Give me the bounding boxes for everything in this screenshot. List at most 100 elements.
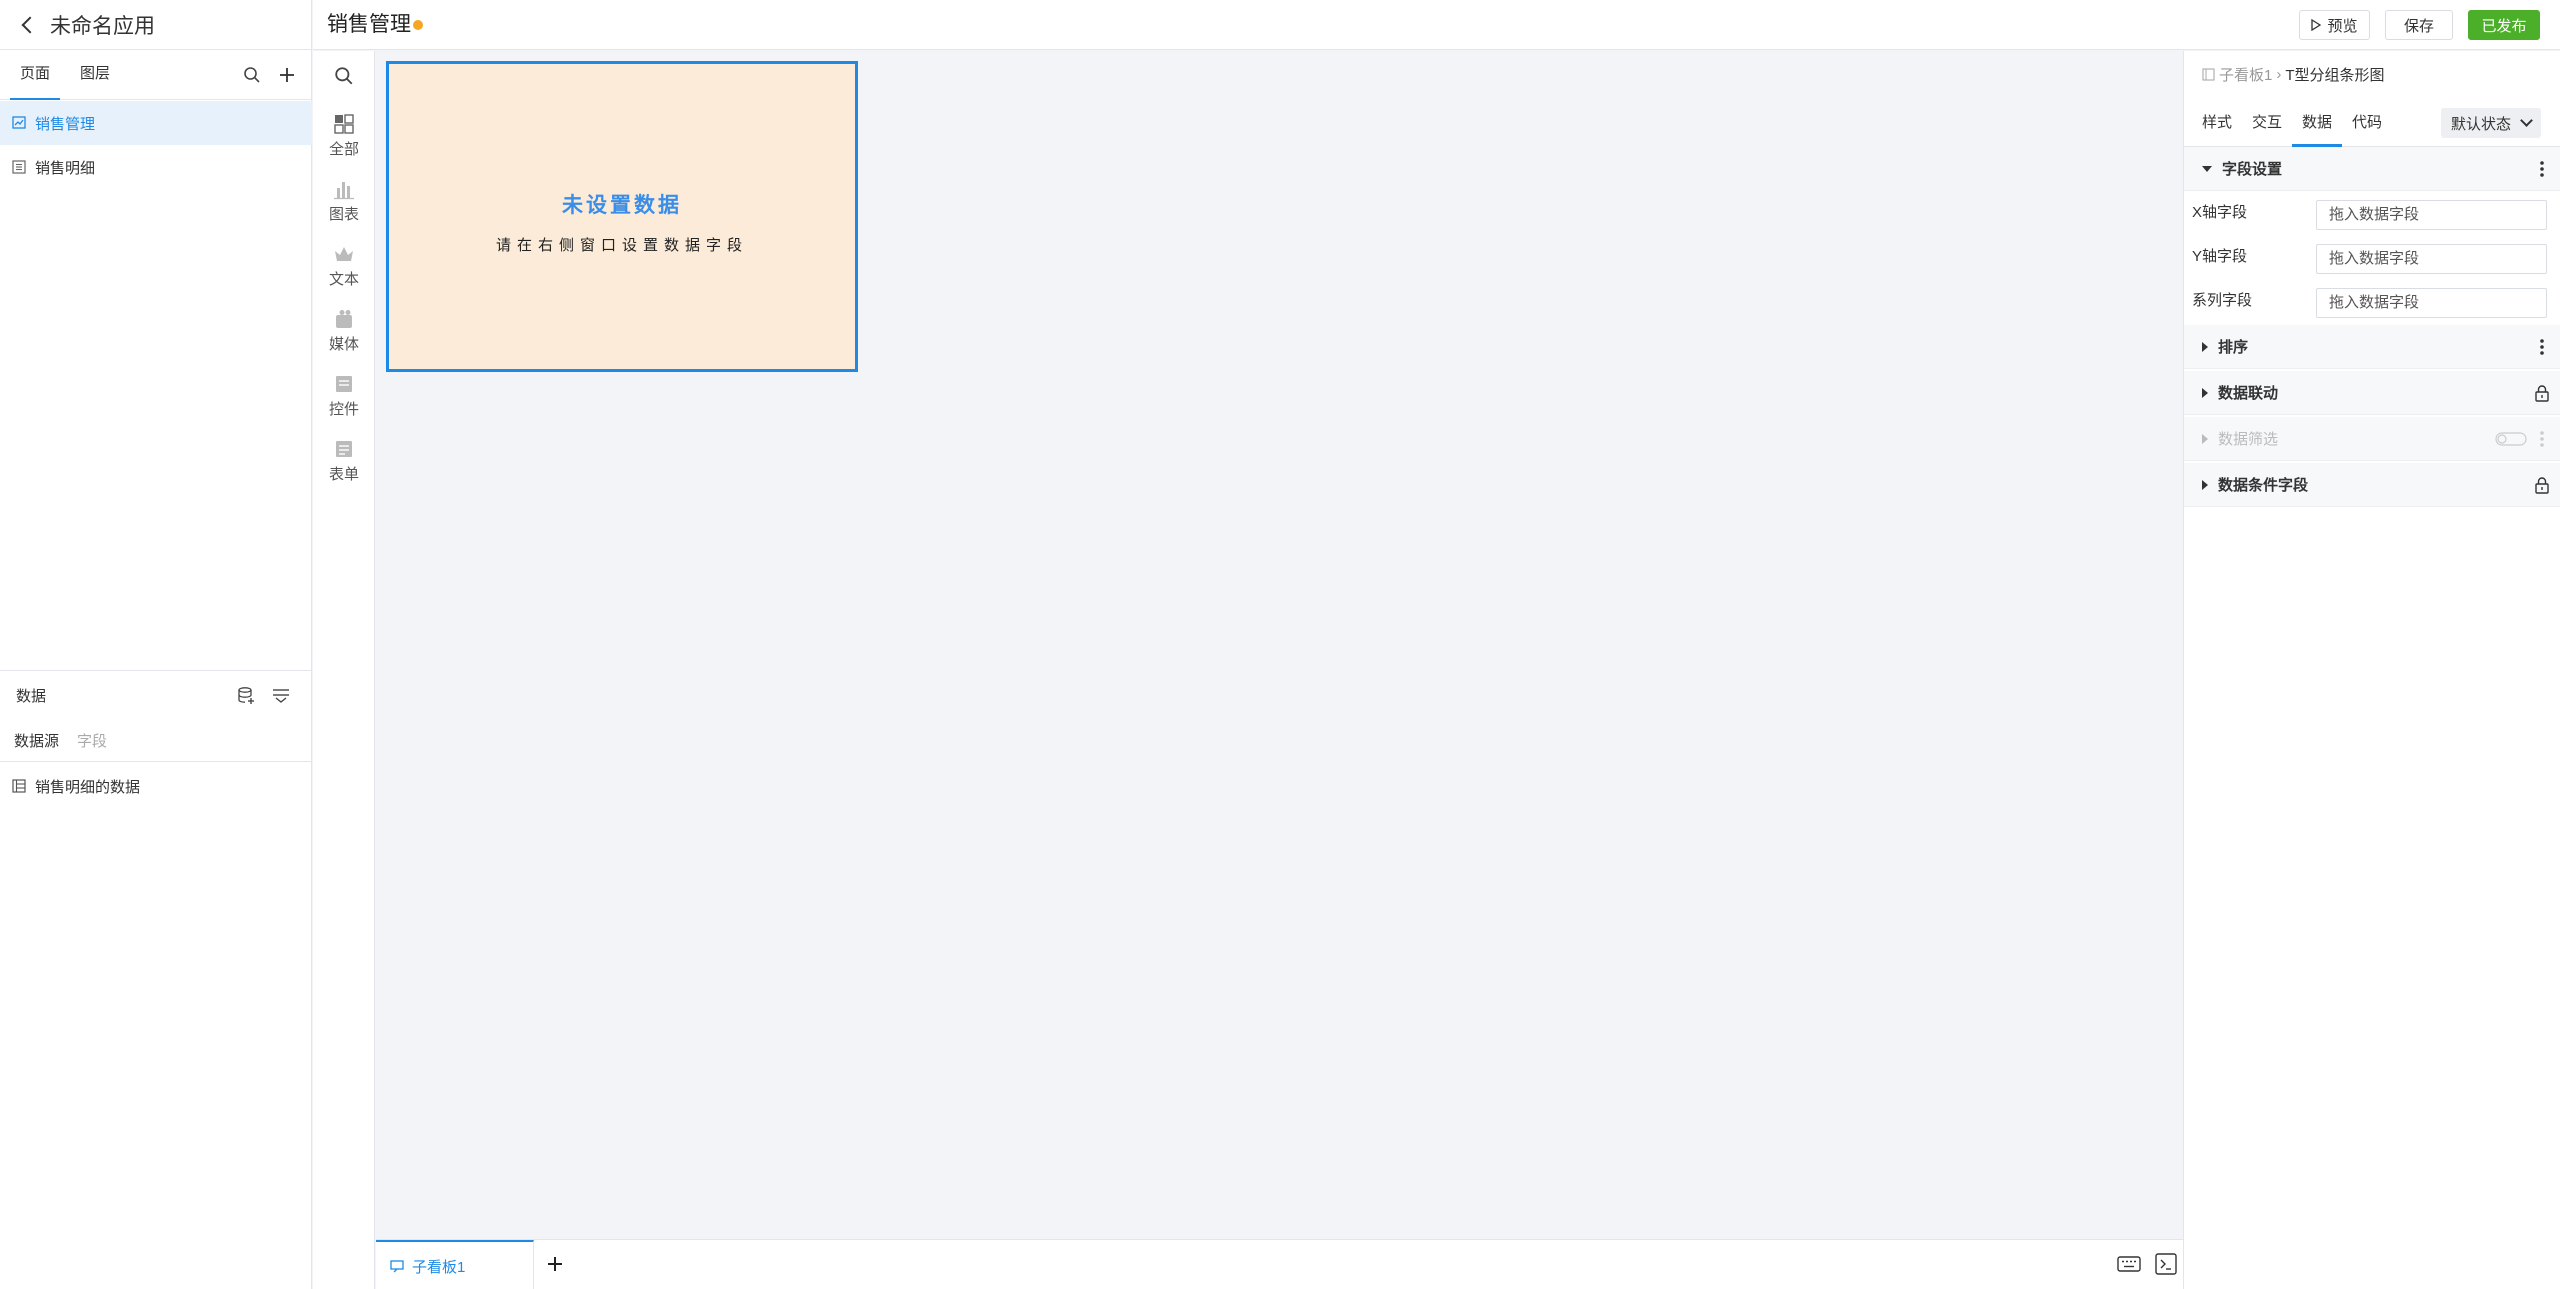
section-data-linkage[interactable]: 数据联动 [2184,371,2560,415]
component-form[interactable]: 表单 [313,438,375,498]
tab-fields[interactable]: 字段 [77,730,107,751]
published-button[interactable]: 已发布 [2468,10,2540,40]
left-panel: 未命名应用 页面 图层 销售管理 销售明细 数据 数据源 字段 销售明细的数据 [0,0,312,1289]
lock-icon [2535,385,2549,402]
unsaved-dot-icon [413,20,423,30]
section-sort[interactable]: 排序 [2184,325,2560,369]
component-label: 控件 [328,401,359,418]
tab-data[interactable]: 数据 [2292,101,2342,147]
section-data-filter: 数据筛选 [2184,417,2560,461]
data-panel-title: 数据 [16,688,47,705]
tab-interaction[interactable]: 交互 [2242,101,2292,147]
state-select-value: 默认状态 [2451,115,2512,133]
collapsed-caret-icon [2202,387,2208,398]
component-all[interactable]: 全部 [313,113,375,173]
page-item-sales-detail[interactable]: 销售明细 [0,145,312,189]
section-title: 排序 [2218,339,2249,356]
more-vertical-icon [2540,431,2544,447]
text-crown-icon [335,247,353,261]
breadcrumb-current: T型分组条形图 [2285,66,2385,84]
add-board-icon[interactable] [543,1252,567,1276]
table-icon [12,779,26,793]
breadcrumb: 子看板1 › T型分组条形图 [2202,61,2385,87]
data-tabs: 数据源 字段 [0,720,312,762]
page-item-label: 销售管理 [35,115,96,133]
tab-datasource[interactable]: 数据源 [14,730,59,751]
breadcrumb-parent[interactable]: 子看板1 [2219,64,2272,85]
no-data-hint: 请在右侧窗口设置数据字段 [495,237,748,254]
y-field-dropzone[interactable]: 拖入数据字段 [2316,244,2547,274]
section-title: 字段设置 [2222,161,2283,178]
section-title: 数据筛选 [2218,431,2279,448]
page-title: 销售管理 [327,13,411,36]
chart-widget[interactable]: 未设置数据 请在右侧窗口设置数据字段 [386,61,858,372]
expanded-caret-icon [2202,165,2212,172]
back-chevron-icon[interactable] [21,16,39,33]
no-data-title: 未设置数据 [562,194,682,217]
section-field-settings[interactable]: 字段设置 [2184,147,2560,191]
dashboard-page-icon [12,116,26,129]
bar-chart-icon [334,182,354,200]
search-icon[interactable] [334,66,354,86]
add-datasource-icon[interactable] [236,686,256,706]
component-text[interactable]: 文本 [313,243,375,303]
component-chart[interactable]: 图表 [313,178,375,238]
media-icon [336,310,352,328]
section-title: 数据联动 [2218,385,2279,402]
form-icon [336,441,352,457]
component-label: 媒体 [328,336,359,353]
component-label: 图表 [328,206,359,223]
properties-panel: 子看板1 › T型分组条形图 样式 交互 数据 代码 默认状态 字段设置 X轴字… [2183,51,2560,1289]
add-page-icon[interactable] [277,65,297,85]
field-label: X轴字段 [2192,204,2248,221]
component-media[interactable]: 媒体 [313,308,375,368]
series-field-dropzone[interactable]: 拖入数据字段 [2316,288,2547,318]
search-icon[interactable] [243,66,261,84]
data-panel-header: 数据 [0,670,312,720]
more-vertical-icon[interactable] [2533,159,2551,179]
board-icon [2202,67,2215,81]
design-canvas[interactable]: 未设置数据 请在右侧窗口设置数据字段 [376,51,2183,1239]
collapse-list-icon[interactable] [271,686,291,706]
top-bar: 销售管理 预览 保存 已发布 [313,0,2560,50]
board-icon [390,1260,404,1273]
component-control[interactable]: 控件 [313,373,375,433]
component-toolbar: 全部 图表 文本 媒体 控件 表单 [313,51,375,1289]
page-item-label: 销售明细 [35,159,96,177]
chevron-down-icon [2520,114,2533,127]
save-button[interactable]: 保存 [2385,10,2453,40]
tab-style[interactable]: 样式 [2192,101,2242,147]
page-item-sales-management[interactable]: 销售管理 [0,101,312,145]
field-label: 系列字段 [2192,292,2253,309]
page-tabs: 页面 图层 [0,50,312,100]
x-field-dropzone[interactable]: 拖入数据字段 [2316,200,2547,230]
more-vertical-icon[interactable] [2533,337,2551,357]
tab-code[interactable]: 代码 [2342,101,2392,147]
control-icon [336,376,352,392]
toggle-switch-icon [2495,432,2527,446]
lock-icon [2535,477,2549,494]
field-row-y: Y轴字段 拖入数据字段 [2184,235,2560,279]
preview-button[interactable]: 预览 [2299,10,2370,40]
collapsed-caret-icon [2202,341,2208,352]
app-title: 未命名应用 [50,14,155,38]
tab-pages[interactable]: 页面 [10,50,60,100]
terminal-icon[interactable] [2155,1253,2177,1275]
datasource-item[interactable]: 销售明细的数据 [0,764,312,808]
tab-label: 子看板1 [412,1258,466,1276]
section-condition-fields[interactable]: 数据条件字段 [2184,463,2560,507]
keyboard-icon[interactable] [2117,1254,2141,1274]
play-icon [2311,19,2322,31]
state-select[interactable]: 默认状态 [2441,108,2541,138]
preview-label: 预览 [2327,17,2358,35]
section-title: 数据条件字段 [2218,477,2309,494]
tab-layers[interactable]: 图层 [70,50,120,100]
field-row-x: X轴字段 拖入数据字段 [2184,191,2560,235]
component-label: 表单 [328,466,359,483]
tab-subboard-1[interactable]: 子看板1 [376,1240,534,1289]
collapsed-caret-icon [2202,433,2208,444]
field-row-series: 系列字段 拖入数据字段 [2184,279,2560,323]
breadcrumb-separator-icon: › [2276,65,2282,83]
field-label: Y轴字段 [2192,248,2248,265]
component-label: 文本 [328,271,359,288]
